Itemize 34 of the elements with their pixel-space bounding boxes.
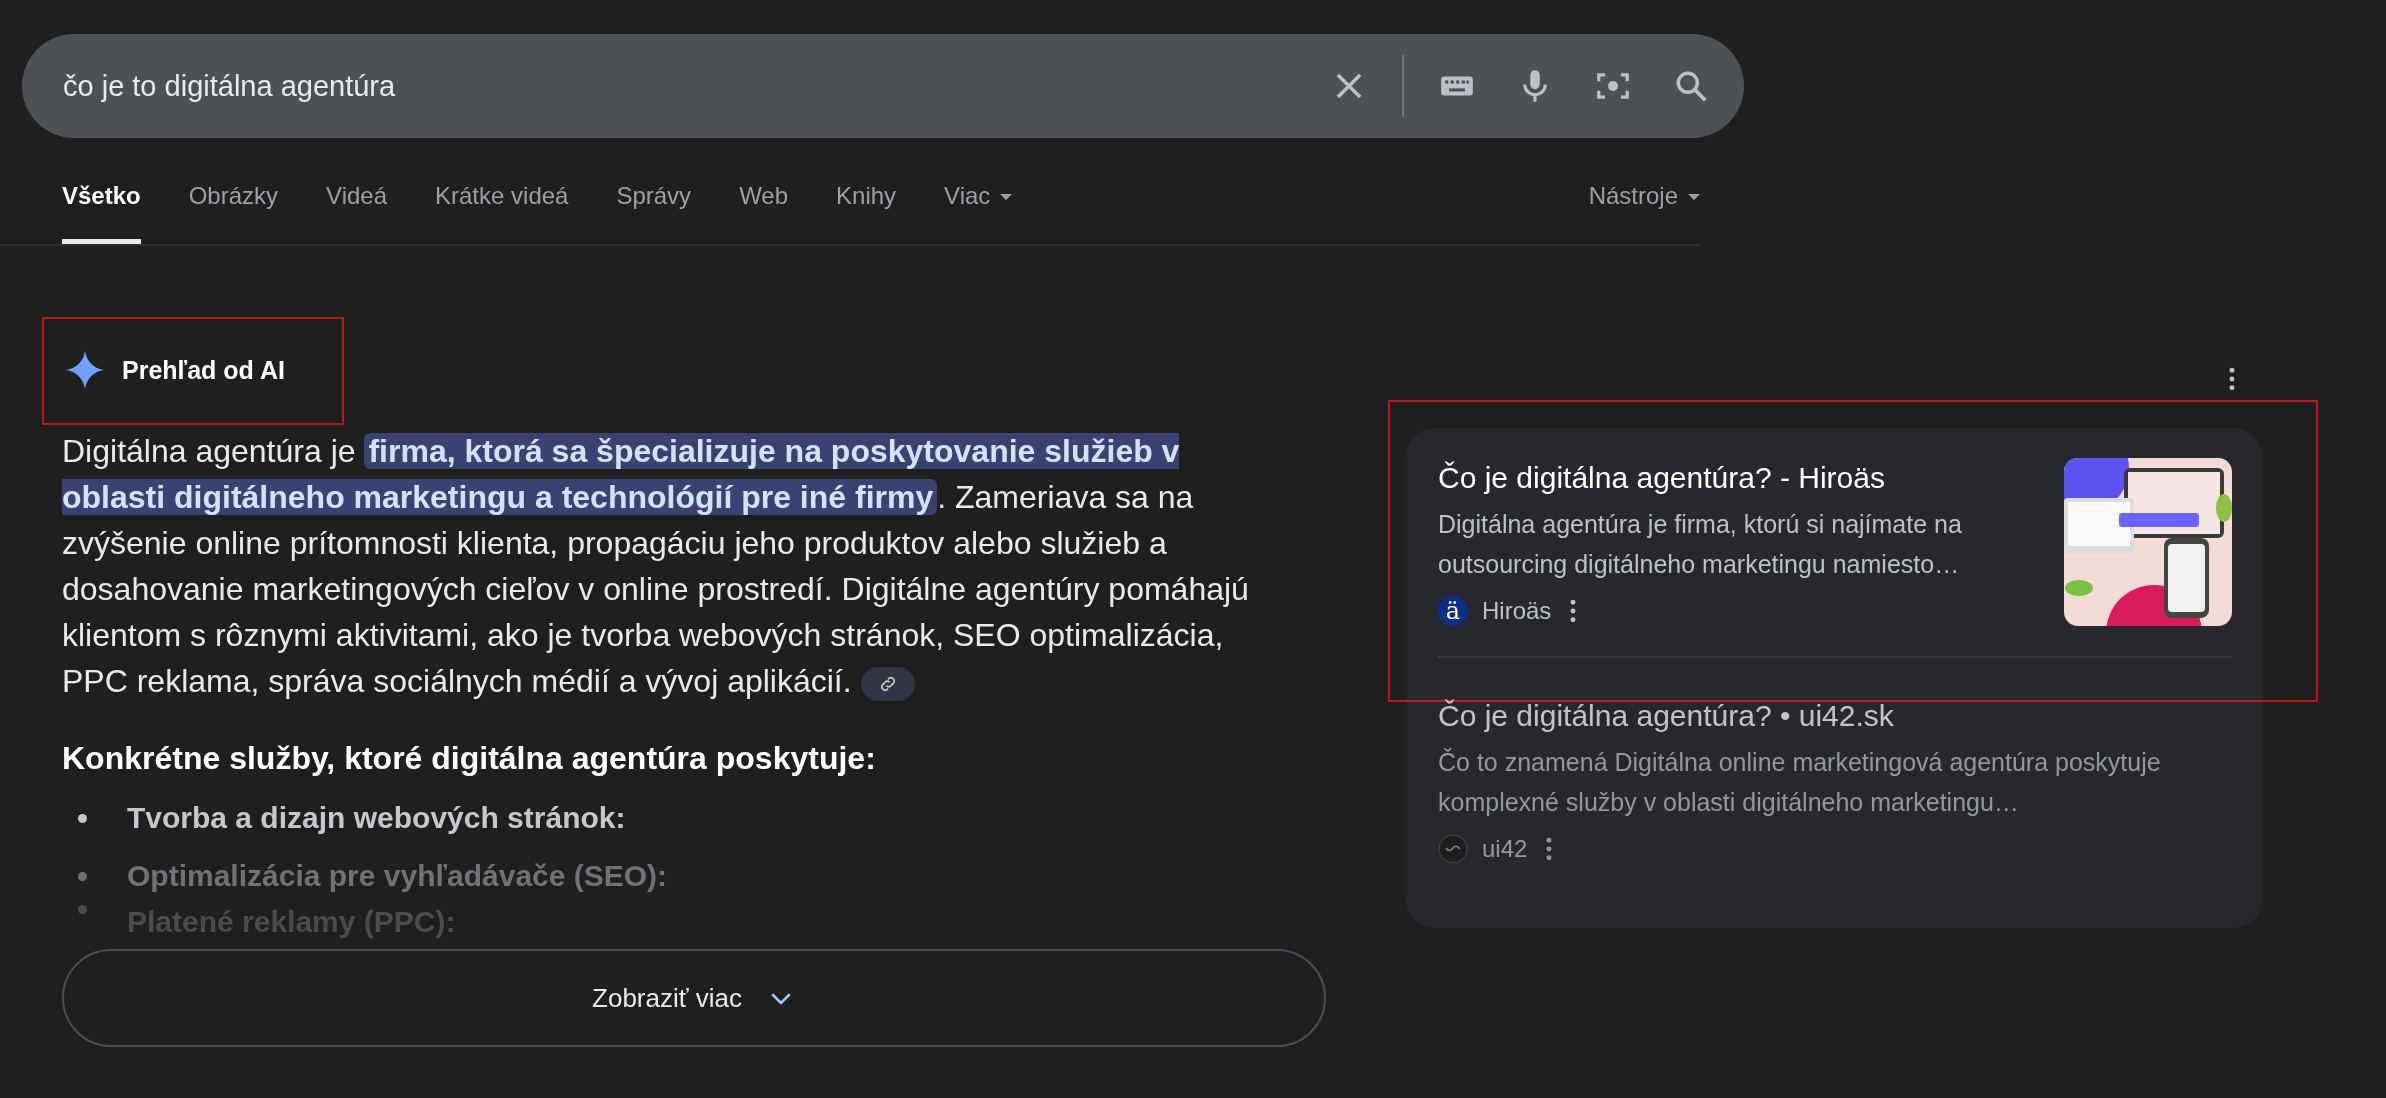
tab[interactable]: Knihy [836,178,897,244]
overview-paragraph: Digitálna agentúra je firma, ktorá sa špecializuje na poskytovanie služieb v oblasti digitálneho marketingu a technológií pre iné firmy. Zameriava sa na zvýšenie online prítomnosti klienta, propagáciu jeho produktov alebo služieb a dosahovanie marketingových cieľov v online prostredí. Digitálne agentúry pomáhajú klientom s rôznymi aktivitami, ako je tvorba webových stránok, SEO optimalizácia, PPC reklama, správa sociálnych médií a vývoj aplikácií. [62,432,1250,703]
caret-icon [1688,194,1700,200]
source-title[interactable]: Čo je digitálna agentúra? • ui42.sk [1438,696,2232,736]
sparkle-icon [64,349,106,391]
bullet-icon [78,813,87,823]
list-item: Tvorba a dizajn webových stránok: [127,801,626,835]
bullet-icon [78,905,87,914]
site-favicon: ä [1438,596,1468,626]
tab[interactable]: Správy [616,178,692,244]
tab[interactable]: Videá [326,178,387,244]
source-snippet: Čo to znamená Digitálna online marketingová agentúra poskytuje komplexné služby v oblasti digitálneho marketingu… [1438,747,2162,818]
services-heading: Konkrétne služby, ktoré digitálna agentúra poskytuje: [62,740,877,777]
site-name: ui42 [1482,835,1528,863]
search-field[interactable]: čo je to digitálna agentúra [22,34,1744,138]
tools-tab[interactable]: Nástroje [1588,178,1700,244]
tab[interactable]: Obrázky [188,178,279,244]
more-options-icon[interactable] [1569,598,1578,624]
tab[interactable]: Všetko [62,178,141,244]
list-item: Optimalizácia pre vyhľadávače (SEO): [127,859,668,893]
show-more-button[interactable]: Zobraziť viac [62,949,1326,1047]
link-icon[interactable] [860,666,915,701]
ai-overview-title: Prehľad od AI [122,355,285,385]
source-snippet: Digitálna agentúra je firma, ktorú si najímate na outsourcing digitálneho marketingu namiesto… [1438,509,1963,580]
search-input[interactable]: čo je to digitálna agentúra [63,66,1290,106]
site-name: Hiroäs [1482,597,1552,625]
bullet-icon [78,871,87,881]
tab[interactable]: Web [739,178,789,244]
tab[interactable]: Krátke videá [435,178,569,244]
site-favicon [1438,834,1468,864]
tab[interactable]: Viac [944,178,1013,244]
more-options-icon[interactable] [2228,366,2236,392]
more-options-icon[interactable] [1545,836,1554,862]
source-title[interactable]: Čo je digitálna agentúra? - Hiroäs [1438,458,2040,498]
